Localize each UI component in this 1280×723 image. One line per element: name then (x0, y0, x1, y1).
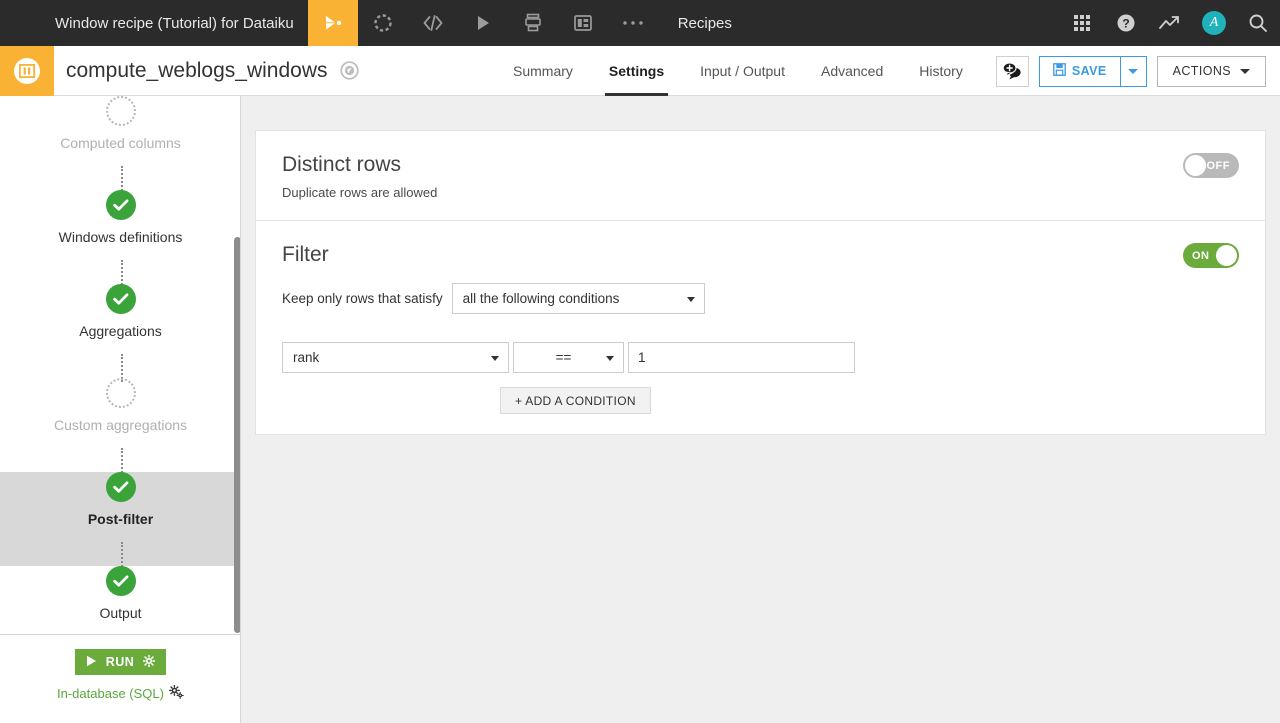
save-button-label: SAVE (1071, 64, 1107, 78)
condition-operator-value: == (555, 350, 572, 365)
step-status-todo-icon (105, 378, 136, 408)
gears-icon (168, 684, 184, 702)
recipe-steps-sidebar: Computed columns Windows definitions Agg… (0, 96, 241, 723)
add-discussion-button[interactable] (995, 55, 1029, 87)
recipe-header: compute_weblogs_windows Summary Settings… (0, 45, 1280, 96)
recipe-type-badge (0, 45, 54, 96)
topbar-right-tools: ? A (1060, 0, 1280, 46)
code-icon[interactable] (408, 0, 458, 46)
sidebar-step-label: Custom aggregations (53, 417, 188, 433)
top-navigation-bar: Window recipe (Tutorial) for Dataiku Rec… (0, 0, 1280, 46)
filter-toggle[interactable]: ON (1183, 243, 1239, 268)
chevron-down-icon (491, 355, 499, 361)
svg-text:?: ? (1122, 17, 1129, 31)
sidebar-step-label: Aggregations (79, 323, 162, 339)
tab-summary[interactable]: Summary (495, 46, 591, 96)
step-status-todo-icon (105, 96, 136, 126)
engine-selector[interactable]: In-database (SQL) (57, 684, 184, 702)
filter-combine-row: Keep only rows that satisfy all the foll… (282, 283, 1239, 314)
engine-label: In-database (SQL) (57, 686, 164, 701)
tab-settings[interactable]: Settings (591, 46, 682, 96)
chevron-down-icon (686, 296, 695, 302)
run-button-label: RUN (105, 655, 135, 669)
tab-history[interactable]: History (901, 46, 981, 96)
save-dropdown-button[interactable] (1120, 55, 1147, 87)
actions-button-label: ACTIONS (1172, 64, 1231, 78)
actions-button[interactable]: ACTIONS (1156, 55, 1266, 87)
recipe-steps-list: Computed columns Windows definitions Agg… (0, 96, 240, 660)
step-status-done-icon (105, 566, 136, 596)
sidebar-step-label: Windows definitions (58, 229, 183, 245)
play-icon (86, 655, 97, 670)
recipe-tabs: Summary Settings Input / Output Advanced… (495, 46, 981, 96)
avatar[interactable]: A (1192, 0, 1236, 46)
jobs-run-icon[interactable] (458, 0, 508, 46)
distinct-rows-title: Distinct rows (282, 153, 402, 176)
chevron-down-icon (1128, 68, 1139, 74)
page-title: compute_weblogs_windows (66, 58, 328, 82)
header-action-buttons: SAVE ACTIONS (995, 46, 1266, 96)
condition-value-input[interactable]: 1 (628, 342, 855, 373)
filter-combine-select[interactable]: all the following conditions (451, 283, 705, 314)
settings-content-area: Distinct rows Duplicate rows are allowed… (241, 96, 1280, 723)
search-icon[interactable] (1236, 0, 1280, 46)
help-icon[interactable]: ? (1104, 0, 1148, 46)
gear-icon[interactable] (142, 654, 156, 670)
tab-advanced[interactable]: Advanced (803, 46, 901, 96)
filter-section: Filter ON Keep only rows that satisfy al… (256, 220, 1265, 434)
sidebar-scrollbar[interactable] (234, 237, 240, 633)
datasets-icon[interactable] (358, 0, 408, 46)
condition-value-text: 1 (638, 350, 646, 365)
distinct-rows-section: Distinct rows Duplicate rows are allowed… (256, 131, 1265, 220)
condition-operator-select[interactable]: == (513, 342, 624, 373)
run-footer: RUN In-database (SQL) (0, 634, 240, 723)
chevron-down-icon (1240, 68, 1250, 74)
filter-condition-row: rank == 1 (282, 342, 1239, 373)
sidebar-step-label: Post-filter (87, 511, 154, 527)
post-filter-settings-card: Distinct rows Duplicate rows are allowed… (255, 130, 1266, 435)
dashboards-icon[interactable] (558, 0, 608, 46)
more-icon[interactable] (608, 0, 658, 46)
apps-grid-icon[interactable] (1060, 0, 1104, 46)
activity-icon[interactable] (1148, 0, 1192, 46)
step-status-done-icon (105, 284, 136, 314)
window-recipe-icon (14, 57, 40, 84)
save-button-group: SAVE (1038, 55, 1147, 87)
save-button[interactable]: SAVE (1038, 55, 1121, 87)
tab-input-output[interactable]: Input / Output (682, 46, 803, 96)
distinct-rows-toggle-label: OFF (1206, 159, 1230, 172)
run-button[interactable]: RUN (74, 649, 167, 675)
step-status-done-icon (105, 472, 136, 502)
sidebar-step-label: Computed columns (60, 135, 181, 151)
distinct-rows-subtitle: Duplicate rows are allowed (282, 185, 438, 200)
filter-combine-value: all the following conditions (462, 291, 620, 306)
sidebar-step-label: Output (99, 605, 142, 621)
save-disk-icon (1053, 63, 1066, 79)
add-condition-row: + ADD A CONDITION (282, 387, 1239, 414)
avatar-initial: A (1202, 11, 1226, 35)
condition-column-value: rank (293, 350, 320, 365)
add-condition-button[interactable]: + ADD A CONDITION (500, 387, 651, 414)
step-status-done-icon (105, 190, 136, 220)
toggle-knob (1216, 245, 1237, 266)
jobs-icon[interactable] (508, 0, 558, 46)
filter-title: Filter (282, 243, 329, 266)
project-title[interactable]: Window recipe (Tutorial) for Dataiku (55, 15, 294, 32)
chevron-down-icon (606, 355, 614, 361)
section-label[interactable]: Recipes (678, 15, 732, 32)
flow-icon[interactable] (307, 0, 358, 46)
toggle-knob (1185, 155, 1206, 176)
distinct-rows-toggle[interactable]: OFF (1183, 153, 1239, 178)
keep-rows-label: Keep only rows that satisfy (282, 291, 443, 306)
filter-toggle-label: ON (1192, 249, 1210, 262)
condition-column-select[interactable]: rank (282, 342, 509, 373)
compass-icon[interactable] (339, 61, 359, 80)
